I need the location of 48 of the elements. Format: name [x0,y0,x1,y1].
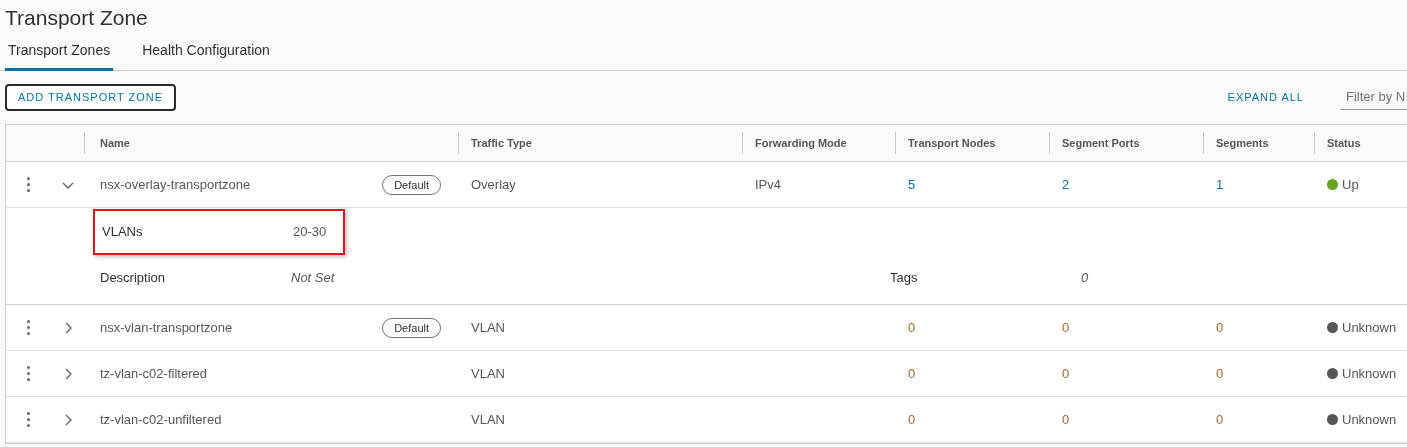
tab[interactable]: Transport Zones [5,38,114,71]
detail-value: Not Set [291,269,335,288]
detail-value: 20-30 [293,223,327,242]
expand-all-button[interactable]: EXPAND ALL [1227,88,1304,106]
status-label: Unknown [1342,318,1397,337]
column-header[interactable]: Status [1327,134,1361,152]
count: 0 [908,411,916,427]
count: 0 [1216,319,1224,335]
count: 0 [1062,411,1070,427]
detail-label: VLANs [102,223,144,242]
tab[interactable]: Health Configuration [139,38,273,71]
column-header[interactable]: Forwarding Mode [755,134,847,152]
kebab-menu-icon[interactable] [27,319,30,336]
count: 0 [1062,319,1070,335]
status-label: Unknown [1342,364,1397,383]
column-header[interactable]: Segments [1216,134,1269,152]
kebab-menu-icon[interactable] [27,411,30,428]
count: 0 [1062,365,1070,381]
status-label: Unknown [1342,410,1397,429]
detail-label: Tags [890,269,919,288]
count-link[interactable]: 5 [908,176,916,192]
traffic-type: Overlay [470,175,517,194]
forwarding-mode: IPv4 [755,176,781,192]
count: 0 [908,319,916,335]
count-link[interactable]: 2 [1062,176,1070,192]
column-header[interactable]: Transport Nodes [908,134,996,152]
count-link[interactable]: 1 [1216,176,1224,192]
status-label: Up [1342,175,1359,194]
traffic-type: VLAN [470,318,506,337]
traffic-type: VLAN [470,410,506,429]
column-header[interactable]: Name [100,134,130,152]
zone-name: nsx-vlan-transportzone [100,318,233,337]
zone-name: nsx-overlay-transportzone [100,175,251,194]
count: 0 [1216,411,1224,427]
filter-field[interactable]: Filter by N [1340,84,1407,110]
count: 0 [1216,365,1224,381]
add-transport-zone-button[interactable]: ADD TRANSPORT ZONE [5,83,177,111]
column-header[interactable]: Traffic Type [471,134,532,152]
traffic-type: VLAN [470,364,506,383]
detail-label: Description [100,269,167,288]
detail-value: 0 [1081,269,1089,288]
zone-name: tz-vlan-c02-unfiltered [100,410,222,429]
column-header[interactable]: Segment Ports [1062,134,1140,152]
kebab-menu-icon[interactable] [27,176,30,193]
page-title: Transport Zone [4,5,149,31]
kebab-menu-icon[interactable] [27,365,30,382]
count: 0 [908,365,916,381]
zone-name: tz-vlan-c02-filtered [100,364,207,383]
